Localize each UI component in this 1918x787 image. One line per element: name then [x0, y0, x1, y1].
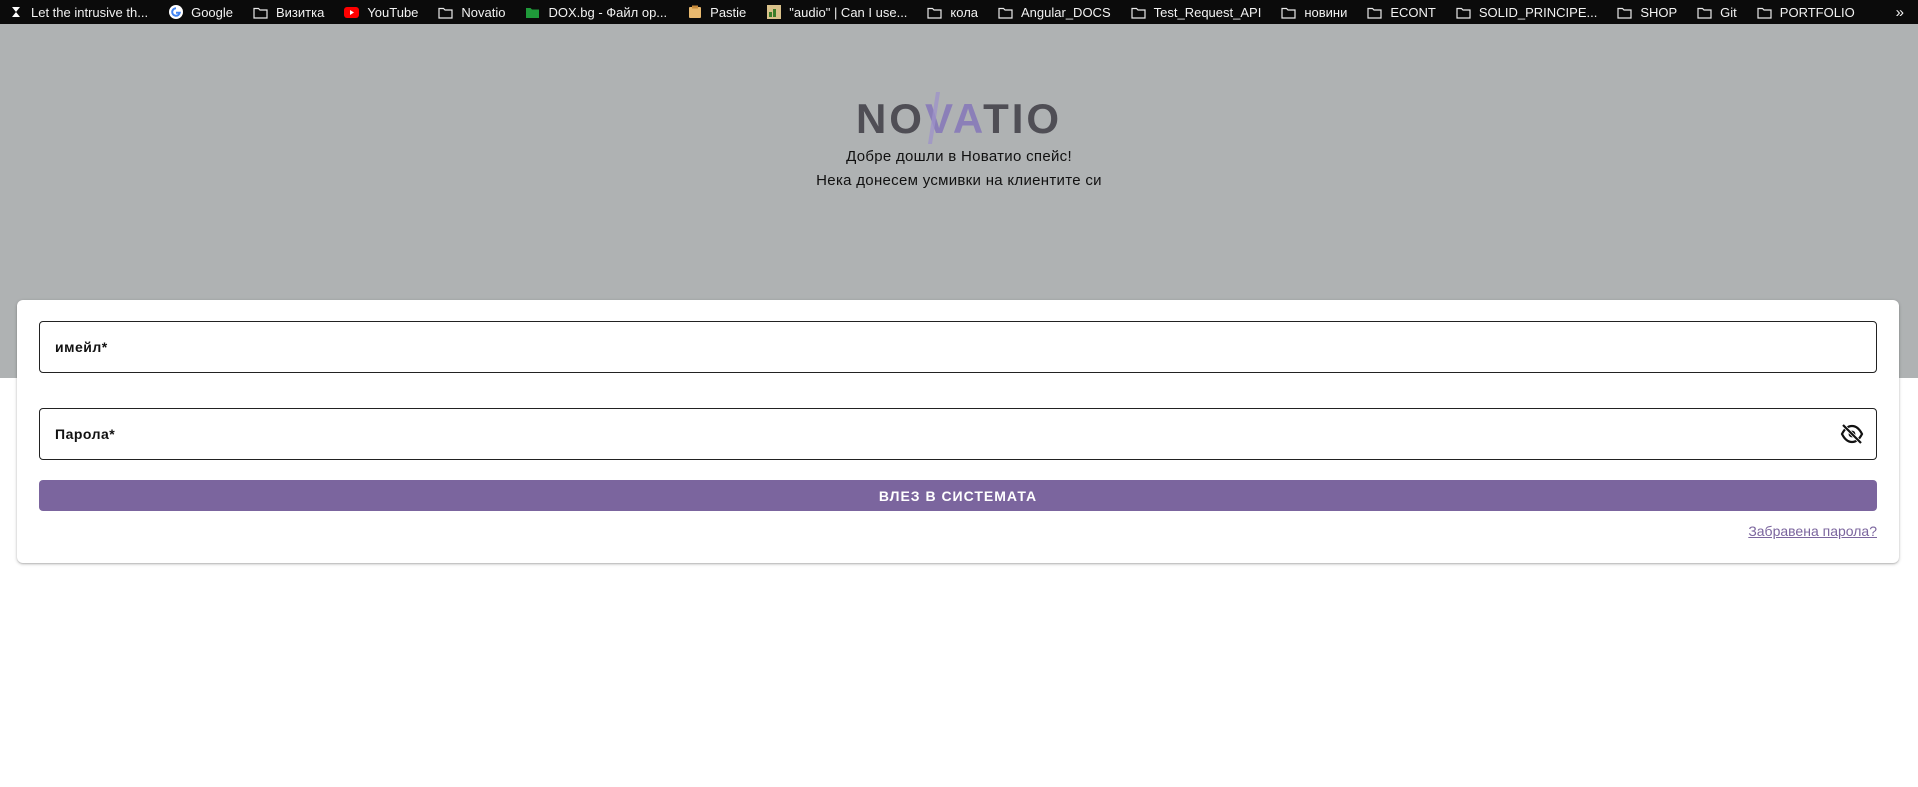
- bookmark-item[interactable]: Git: [1697, 0, 1737, 24]
- bookmark-label: ECONT: [1390, 4, 1436, 20]
- bookmark-item[interactable]: новини: [1281, 0, 1347, 24]
- bookmark-item[interactable]: Google: [168, 0, 233, 24]
- bookmark-label: DOX.bg - Файл ор...: [548, 4, 668, 20]
- folder-icon: [1697, 5, 1712, 19]
- caniuse-icon: [766, 5, 781, 19]
- welcome-subtitle: Нека донесем усмивки на клиентите си: [816, 172, 1102, 189]
- bookmark-label: новини: [1304, 4, 1348, 20]
- folder-green-icon: [525, 5, 540, 19]
- google-icon: [168, 5, 183, 19]
- bookmark-label: PORTFOLIO: [1779, 4, 1855, 20]
- youtube-icon: [344, 5, 360, 19]
- bookmark-item[interactable]: YouTube: [344, 0, 418, 24]
- folder-icon: [998, 5, 1013, 19]
- logo-slash-icon: [927, 92, 940, 144]
- bookmark-label: YouTube: [367, 4, 419, 20]
- bookmark-item[interactable]: SOLID_PRINCIPE...: [1456, 0, 1597, 24]
- bookmark-item[interactable]: DOX.bg - Файл ор...: [525, 0, 667, 24]
- folder-icon: [1456, 5, 1471, 19]
- bookmark-label: Novatio: [461, 4, 506, 20]
- password-label: Парола*: [55, 426, 116, 442]
- folder-icon: [1367, 5, 1382, 19]
- folder-icon: [253, 5, 268, 19]
- bookmark-label: кола: [950, 4, 979, 20]
- bookmark-item[interactable]: кола: [927, 0, 978, 24]
- bookmark-label: SHOP: [1640, 4, 1678, 20]
- bookmark-item[interactable]: Novatio: [438, 0, 505, 24]
- email-label: имейл*: [55, 339, 108, 355]
- bookmark-label: Pastie: [710, 4, 747, 20]
- eye-off-icon[interactable]: [1840, 424, 1864, 444]
- bookmark-item[interactable]: Pastie: [687, 0, 746, 24]
- bookmark-label: Test_Request_API: [1153, 4, 1262, 20]
- bookmark-item[interactable]: SHOP: [1617, 0, 1677, 24]
- login-card: имейл* Парола* ВЛЕЗ В СИСТЕМАТА Забравен…: [17, 300, 1899, 563]
- bookmark-label: SOLID_PRINCIPE...: [1478, 4, 1598, 20]
- bookmark-item[interactable]: Angular_DOCS: [998, 0, 1111, 24]
- bookmark-label: Angular_DOCS: [1021, 4, 1111, 20]
- bookmarks-overflow-button[interactable]: »: [1896, 0, 1904, 24]
- folder-icon: [438, 5, 454, 19]
- welcome-title: Добре дошли в Новатио спейс!: [846, 148, 1072, 165]
- bookmark-label: Git: [1720, 4, 1737, 20]
- folder-icon: [927, 5, 943, 19]
- pastie-icon: [687, 5, 702, 19]
- bookmark-item[interactable]: Визитка: [253, 0, 324, 24]
- bookmark-item[interactable]: Test_Request_API: [1131, 0, 1262, 24]
- bookmark-item[interactable]: ECONT: [1367, 0, 1436, 24]
- login-button[interactable]: ВЛЕЗ В СИСТЕМАТА: [39, 480, 1877, 511]
- email-field[interactable]: имейл*: [39, 321, 1877, 373]
- folder-icon: [1131, 5, 1146, 19]
- novatio-logo: NOVATIO: [0, 84, 1918, 154]
- bookmark-item[interactable]: PORTFOLIO: [1757, 0, 1855, 24]
- bookmark-label: "audio" | Can I use...: [789, 4, 908, 20]
- bookmarks-bar: Let the intrusive th... Google Визитка YouT…: [0, 0, 1918, 24]
- bookmark-label: Визитка: [276, 4, 325, 20]
- folder-icon: [1281, 5, 1296, 19]
- site-icon: [8, 5, 23, 19]
- password-field[interactable]: Парола*: [39, 408, 1877, 460]
- bookmark-item[interactable]: "audio" | Can I use...: [766, 0, 907, 24]
- bookmark-item[interactable]: Let the intrusive th...: [8, 0, 148, 24]
- folder-icon: [1617, 5, 1632, 19]
- bookmark-label: Let the intrusive th...: [31, 4, 149, 20]
- folder-icon: [1757, 5, 1772, 19]
- forgot-password-link[interactable]: Забравена парола?: [1748, 523, 1877, 539]
- bookmark-label: Google: [191, 4, 233, 20]
